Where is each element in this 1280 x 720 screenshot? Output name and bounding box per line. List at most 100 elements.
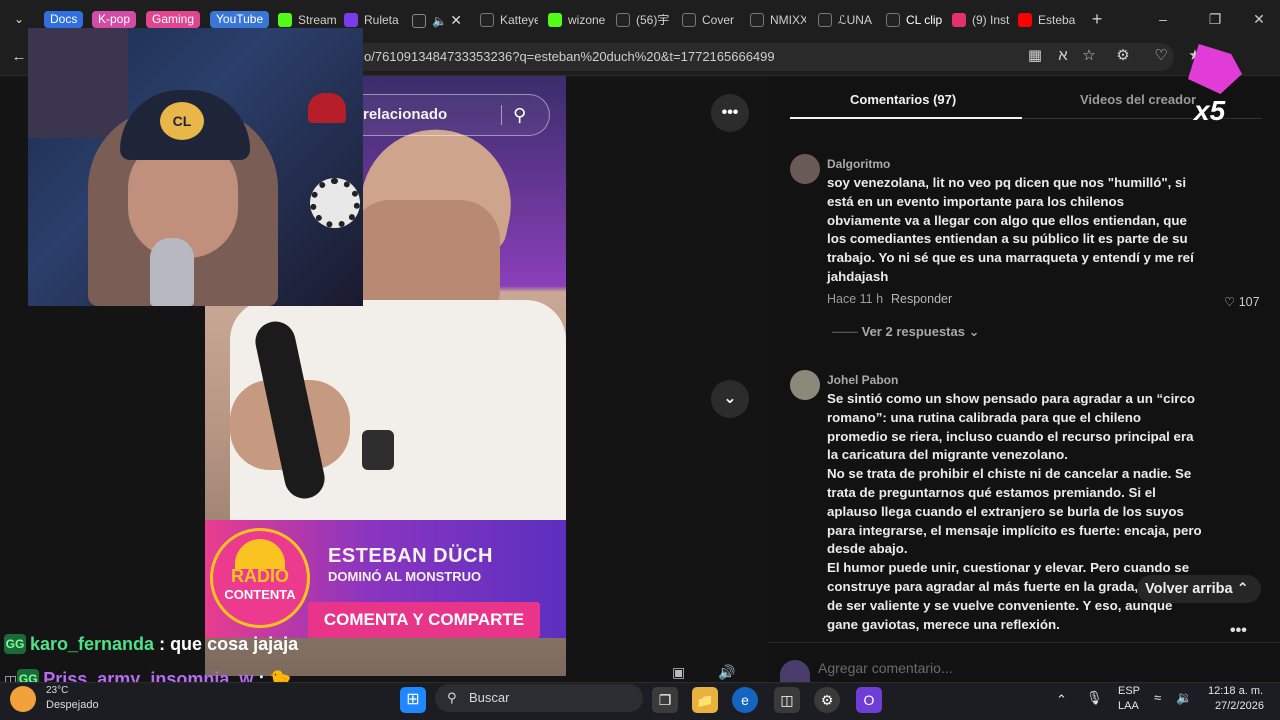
- file-explorer-icon[interactable]: 📁: [692, 687, 718, 713]
- banner-title: ESTEBAN DÜCH: [328, 545, 493, 567]
- heart-icon[interactable]: ♡: [1224, 295, 1235, 309]
- banner-cta: COMENTA Y COMPARTE: [308, 602, 540, 638]
- tab-wizone[interactable]: wizone: [548, 6, 606, 34]
- chevron-down-icon: ⌄: [968, 324, 980, 339]
- tray-chevron-up-icon[interactable]: ⌃: [1056, 692, 1067, 708]
- microphone-icon[interactable]: 🎙: [1086, 690, 1103, 706]
- keyboard-layout[interactable]: LAA: [1118, 700, 1139, 712]
- task-view-icon[interactable]: ❐: [652, 687, 678, 713]
- obs-icon[interactable]: O: [856, 687, 882, 713]
- tab-group-kpop[interactable]: K-pop: [92, 11, 137, 28]
- instagram-icon: [952, 13, 966, 27]
- comment-more-icon[interactable]: •••: [1230, 622, 1247, 640]
- close-tab-icon[interactable]: ✕: [450, 12, 462, 28]
- kick-icon: [278, 13, 292, 27]
- performance-icon[interactable]: ♡: [1150, 45, 1172, 67]
- like-button[interactable]: ♡ 107: [1224, 294, 1260, 309]
- extensions-icon[interactable]: ⚙: [1112, 45, 1134, 67]
- comment-username[interactable]: Dalgoritmo: [827, 157, 890, 171]
- heart-decoration: [308, 93, 346, 123]
- avatar[interactable]: [790, 370, 820, 400]
- double-chevron-up-icon: ⌃: [1236, 581, 1249, 597]
- kick-icon: [548, 13, 562, 27]
- tab-cover[interactable]: Cover c: [682, 6, 738, 34]
- weather-temp: 23°C: [46, 685, 69, 696]
- search-icon: ⚲: [447, 690, 457, 705]
- related-search-text: relacionado: [363, 106, 448, 123]
- reply-button[interactable]: Responder: [891, 292, 952, 306]
- favorite-star-icon[interactable]: ☆: [1078, 45, 1100, 67]
- related-search-field[interactable]: relacionado ⚲: [340, 94, 550, 136]
- tab-actions-menu-icon[interactable]: ⌄: [8, 8, 30, 30]
- volume-icon[interactable]: 🔊: [718, 664, 742, 682]
- view-replies-button[interactable]: —— Ver 2 respuestas ⌄: [832, 324, 980, 340]
- close-window-icon[interactable]: ✕: [1244, 8, 1274, 30]
- streamer-cap: CL: [120, 90, 250, 160]
- like-count: 107: [1238, 295, 1260, 309]
- tab-katteye[interactable]: Katteye: [480, 6, 538, 34]
- more-options-icon[interactable]: •••: [711, 94, 749, 132]
- tab-active-audio[interactable]: 🔈 ✕: [412, 6, 468, 34]
- active-tab-underline: [790, 117, 1022, 119]
- tab-youtube-esteban[interactable]: Esteba: [1018, 6, 1080, 34]
- avatar[interactable]: [790, 154, 820, 184]
- comment-timestamp: Hace 11 h: [827, 292, 884, 306]
- restore-icon[interactable]: ❐: [1200, 8, 1230, 30]
- minimize-icon[interactable]: –: [1148, 8, 1178, 30]
- wifi-icon[interactable]: ≈: [1154, 690, 1161, 705]
- banner-subtitle: DOMINÓ AL MONSTRUO: [328, 569, 482, 584]
- apps-icon[interactable]: ▦: [1024, 45, 1046, 67]
- clock-time[interactable]: 12:18 a. m.: [1208, 685, 1263, 697]
- tab-nmixx[interactable]: NMIXX: [750, 6, 806, 34]
- taskbar-search[interactable]: ⚲ Buscar: [435, 684, 643, 712]
- tab-group-youtube[interactable]: YouTube: [210, 11, 270, 28]
- tiktok-icon: [616, 13, 630, 27]
- logo-line-1: RADIO: [231, 566, 289, 586]
- language-code[interactable]: ESP: [1118, 685, 1140, 697]
- windows-start-icon[interactable]: ⊞: [400, 687, 426, 713]
- chat-badge-icon: GG: [4, 634, 26, 654]
- tiktok-icon: [682, 13, 696, 27]
- weather-sun-icon[interactable]: [10, 686, 36, 712]
- next-video-chevron-icon[interactable]: ⌄: [711, 380, 749, 418]
- tab-cl-clip[interactable]: CL clip: [886, 6, 946, 34]
- soccer-ball: [310, 178, 360, 228]
- tab-divider: [1022, 118, 1262, 119]
- edge-browser-icon[interactable]: e: [732, 687, 758, 713]
- tab-56[interactable]: (56)宇: [616, 6, 672, 34]
- tab-luna[interactable]: ℒUNA B: [818, 6, 874, 34]
- new-tab-plus-icon[interactable]: +: [1082, 8, 1112, 30]
- tiktok-icon: [480, 13, 494, 27]
- tab-group-docs[interactable]: Docs: [44, 11, 84, 28]
- chat-username: karo_fernanda: [30, 634, 155, 654]
- tab-creator-videos[interactable]: Videos del creador: [1080, 92, 1196, 107]
- cap-logo: CL: [160, 102, 204, 140]
- speaker-icon[interactable]: 🔈: [432, 14, 447, 28]
- comment-username[interactable]: Johel Pabon: [827, 373, 898, 387]
- translate-icon[interactable]: א: [1052, 45, 1074, 67]
- chat-text: que cosa jajaja: [170, 634, 299, 654]
- picture-in-picture-icon[interactable]: ▣: [672, 664, 696, 682]
- back-to-top-button[interactable]: Volver arriba ⌃: [1137, 575, 1261, 603]
- tiktok-icon: [818, 13, 832, 27]
- volume-tray-icon[interactable]: 🔉: [1176, 690, 1192, 706]
- clock-date[interactable]: 27/2/2026: [1215, 700, 1264, 712]
- youtube-icon: [1018, 13, 1032, 27]
- back-arrow-icon[interactable]: ←: [8, 46, 30, 68]
- current-user-avatar: [780, 660, 810, 682]
- tab-instagram[interactable]: (9) Inst: [952, 6, 1012, 34]
- store-icon[interactable]: ◫: [774, 687, 800, 713]
- gift-multiplier: x5: [1194, 95, 1226, 126]
- search-divider: [501, 105, 502, 125]
- app-icon[interactable]: ⚙: [814, 687, 840, 713]
- tab-group-gaming[interactable]: Gaming: [146, 11, 201, 28]
- weather-condition: Despejado: [46, 699, 99, 711]
- wheel-icon: [344, 13, 358, 27]
- tab-comments[interactable]: Comentarios (97): [850, 92, 956, 107]
- webcam-shelf: [28, 28, 128, 138]
- search-icon[interactable]: ⚲: [513, 95, 526, 135]
- tiktok-icon: [886, 13, 900, 27]
- video-wristwatch: [362, 430, 394, 470]
- tiktok-icon: [750, 13, 764, 27]
- sun-icon: [235, 539, 285, 569]
